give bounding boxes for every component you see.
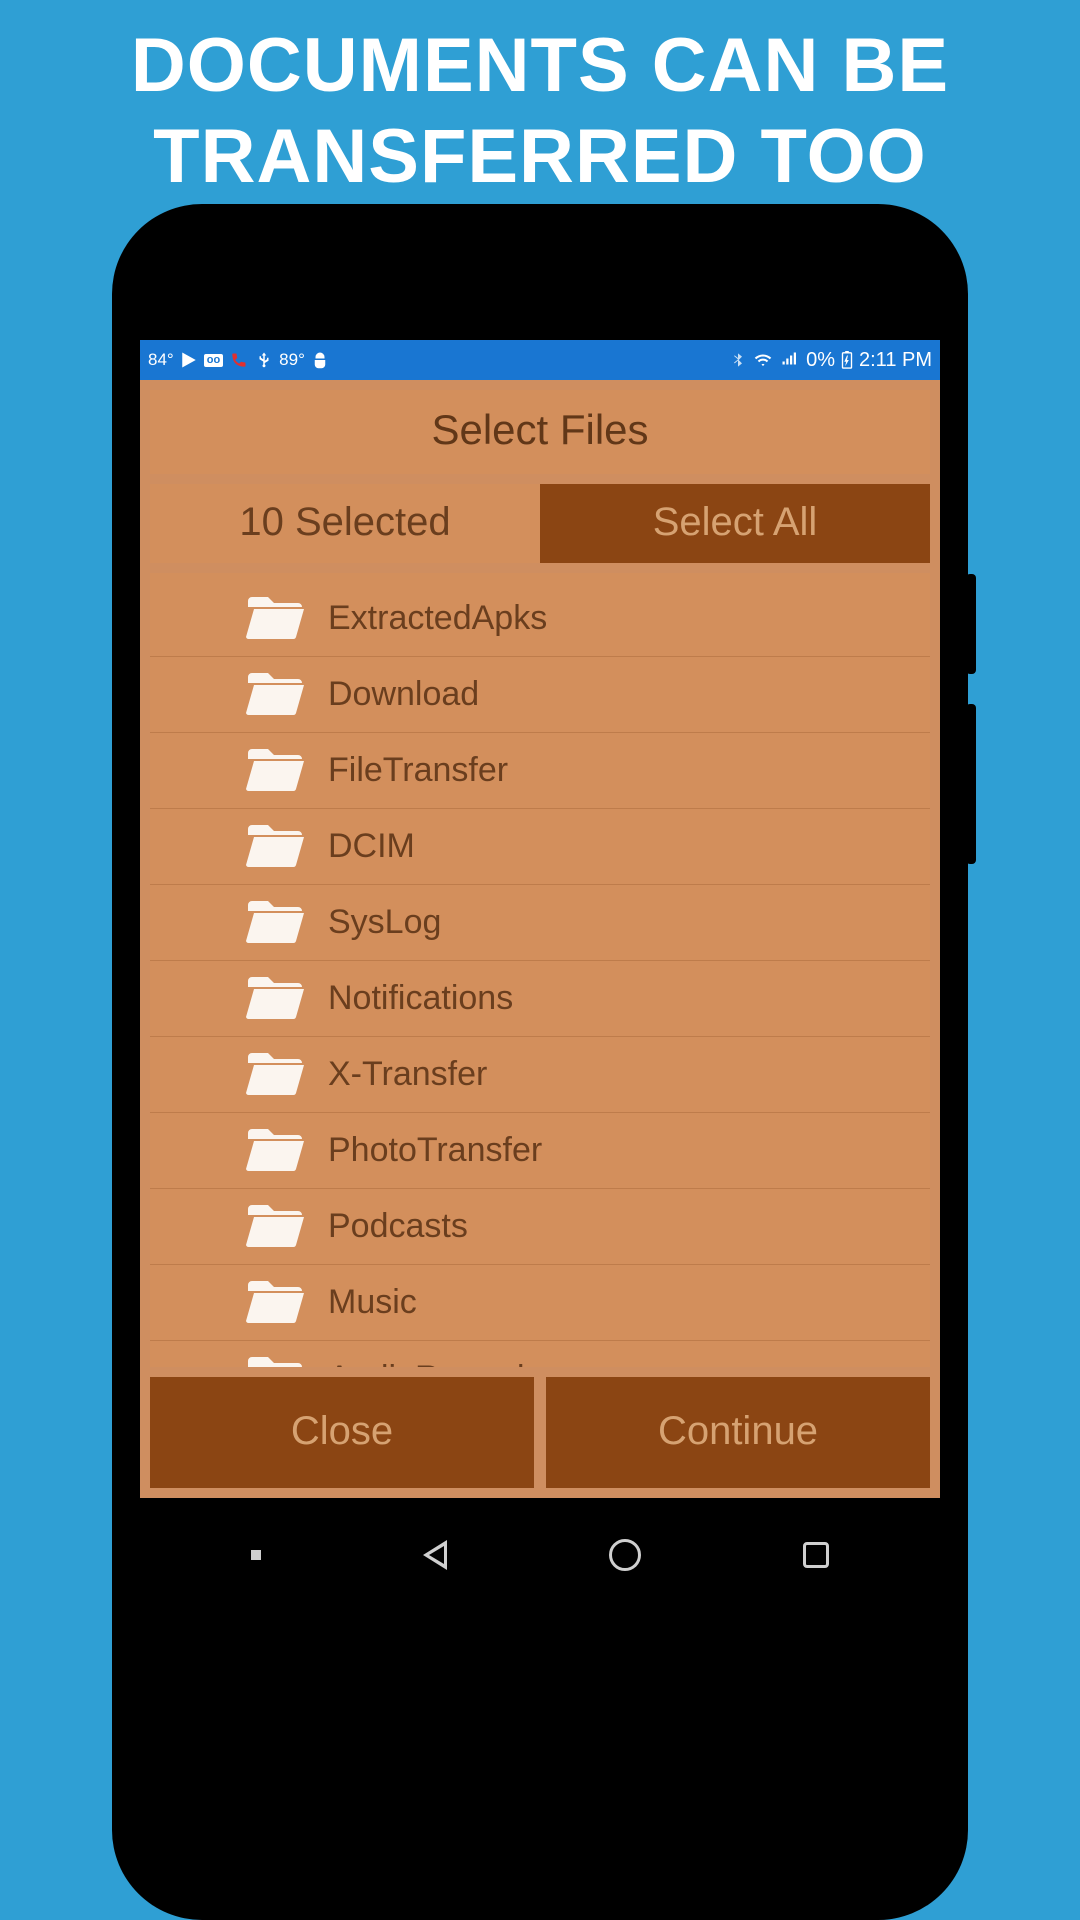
file-row[interactable]: PhotoTransfer [150,1112,930,1188]
file-row[interactable]: SysLog [150,884,930,960]
nav-overview-button[interactable] [803,1542,829,1568]
usb-icon [255,351,273,369]
file-name: SysLog [328,903,441,942]
file-name: Music [328,1283,417,1322]
nav-back-button[interactable] [423,1540,447,1570]
folder-icon [246,1353,304,1367]
promo-headline: DOCUMENTS CAN BE TRANSFERRED TOO [0,0,1080,212]
file-list[interactable]: ExtractedApks Download FileTransfer DCIM Sys… [150,573,930,1367]
status-bar-right: 0% 2:11 PM [730,349,932,372]
nav-home-button[interactable] [609,1539,641,1571]
close-button[interactable]: Close [150,1377,534,1488]
file-name: DCIM [328,827,415,866]
status-bar-left: 84° oo 89° [148,350,329,370]
phone-frame: 84° oo 89° [112,204,968,1920]
file-row[interactable]: AudioRecorder [150,1340,930,1367]
missed-call-icon [229,350,249,370]
file-row[interactable]: Notifications [150,960,930,1036]
play-store-icon [180,351,198,369]
file-row[interactable]: DCIM [150,808,930,884]
folder-icon [246,593,304,644]
status-temp-1: 84° [148,350,174,370]
folder-icon [246,745,304,796]
file-name: Notifications [328,979,513,1018]
folder-icon [246,973,304,1024]
cell-signal-icon [780,351,800,369]
file-row[interactable]: FileTransfer [150,732,930,808]
page-title: Select Files [150,390,930,474]
file-row[interactable]: ExtractedApks [150,573,930,656]
selection-bar: 10 Selected Select All [150,484,930,563]
wifi-icon [752,351,774,369]
folder-icon [246,1049,304,1100]
file-name: Download [328,675,479,714]
file-row[interactable]: X-Transfer [150,1036,930,1112]
nav-recent-apps-dot [251,1550,261,1560]
bottom-buttons: Close Continue [150,1377,930,1488]
status-bar: 84° oo 89° [140,340,940,380]
continue-button[interactable]: Continue [546,1377,930,1488]
file-row[interactable]: Music [150,1264,930,1340]
selected-count: 10 Selected [150,484,540,563]
status-temp-2: 89° [279,350,305,370]
phone-side-button-2 [966,704,976,864]
promo-line1: DOCUMENTS CAN BE [30,20,1050,111]
battery-charging-icon [841,351,853,369]
app-content: Select Files 10 Selected Select All Extr… [140,380,940,1498]
debug-icon [311,351,329,369]
file-name: Podcasts [328,1207,468,1246]
status-time: 2:11 PM [859,349,932,372]
file-row[interactable]: Podcasts [150,1188,930,1264]
folder-icon [246,897,304,948]
folder-icon [246,669,304,720]
select-all-button[interactable]: Select All [540,484,930,563]
folder-icon [246,1277,304,1328]
status-battery-pct: 0% [806,349,835,372]
phone-screen: 84° oo 89° [140,340,940,1498]
promo-line2: TRANSFERRED TOO [30,111,1050,202]
folder-icon [246,821,304,872]
voicemail-icon: oo [204,354,223,367]
file-row[interactable]: Download [150,656,930,732]
file-name: FileTransfer [328,751,508,790]
file-name: X-Transfer [328,1055,487,1094]
file-name: PhotoTransfer [328,1131,542,1170]
folder-icon [246,1201,304,1252]
file-name: ExtractedApks [328,599,547,638]
phone-side-button-1 [966,574,976,674]
folder-icon [246,1125,304,1176]
bluetooth-icon [730,351,746,369]
file-name: AudioRecorder [328,1359,555,1367]
android-nav-bar [140,1520,940,1590]
